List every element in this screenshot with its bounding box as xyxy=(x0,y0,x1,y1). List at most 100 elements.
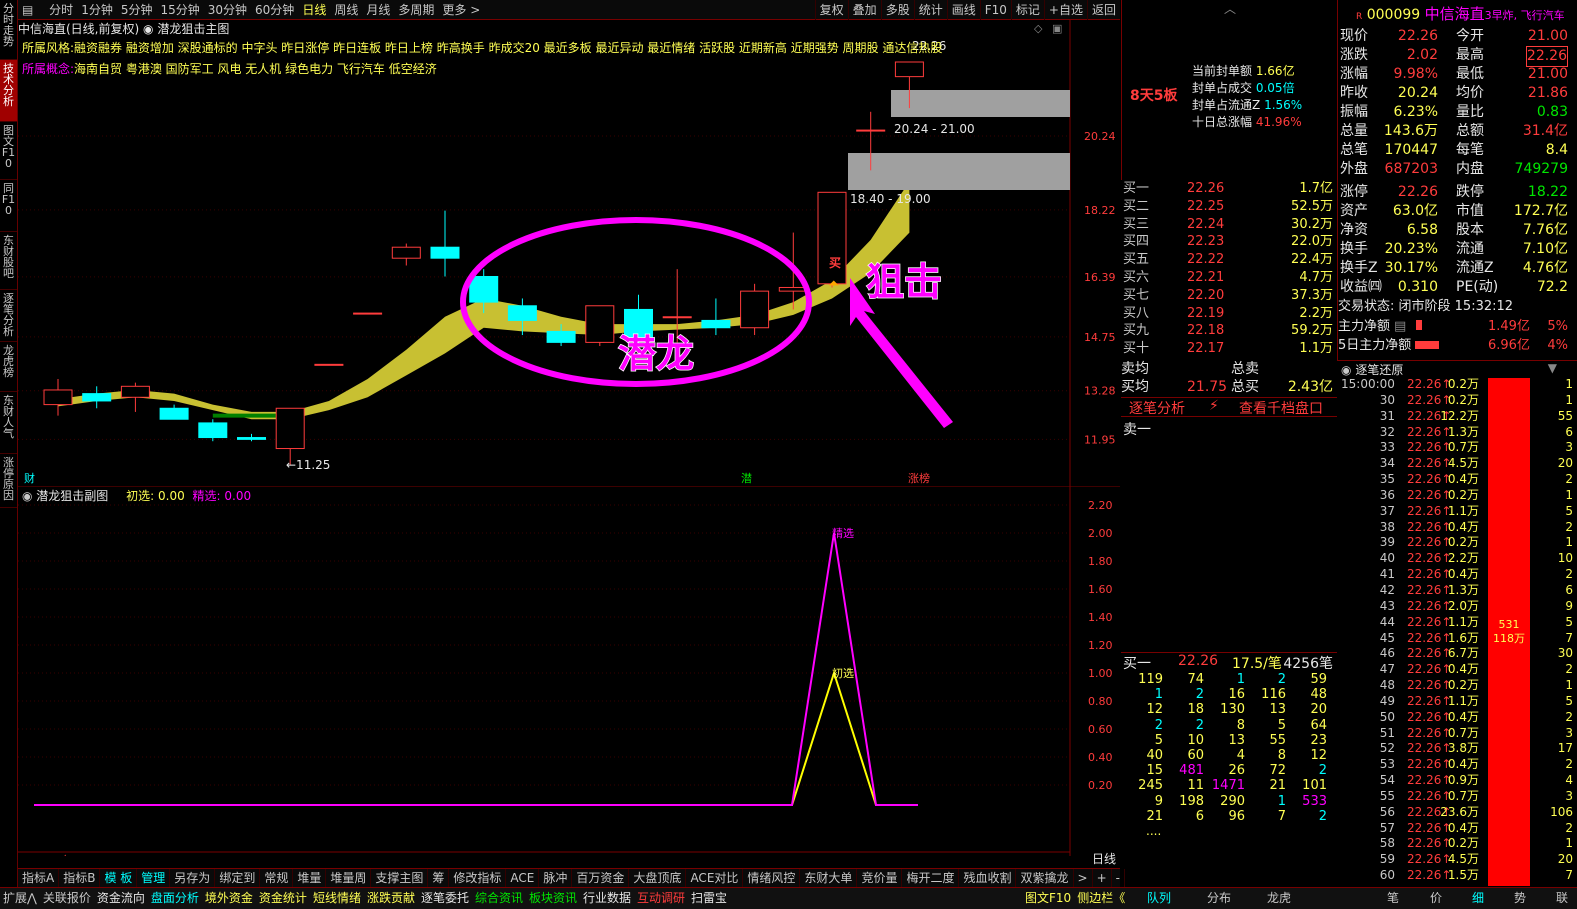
footer-tab[interactable]: 关联报价 xyxy=(40,888,94,908)
left-tab[interactable]: 涨停原因 xyxy=(0,454,17,508)
tick-analysis-link[interactable]: 逐笔分析 xyxy=(1129,398,1185,418)
indicator-tab[interactable]: 绑定到 xyxy=(215,869,261,887)
period-tab[interactable]: 周线 xyxy=(330,0,362,20)
indicator-tab[interactable]: 指标A xyxy=(18,869,60,887)
footer-tab[interactable]: 板块资讯 xyxy=(526,888,580,908)
toolbar-button[interactable]: 返回 xyxy=(1086,0,1120,20)
tick-row: 43 22.26↑ 2.0万 9 xyxy=(1379,598,1573,613)
panel-tab[interactable]: 价 xyxy=(1427,888,1445,908)
indicator-tab[interactable]: 竞价量 xyxy=(857,869,903,887)
left-tab[interactable]: 分时走势 xyxy=(0,0,17,60)
footer-tab[interactable]: 互动调研 xyxy=(634,888,688,908)
toolbar-button[interactable]: 画线 xyxy=(946,0,980,20)
footer-tab[interactable]: 盘面分析 xyxy=(148,888,202,908)
indicator-tab[interactable]: 梅开二度 xyxy=(902,869,960,887)
toolbar-button[interactable]: +自选 xyxy=(1043,0,1087,20)
panel-tab[interactable]: 细 xyxy=(1469,888,1487,908)
indicator-tab[interactable]: ACE对比 xyxy=(686,869,744,887)
left-tab[interactable]: 逐笔分析 xyxy=(0,290,17,342)
footer-tab[interactable]: 境外资金 xyxy=(202,888,256,908)
footer-tab[interactable]: 综合资讯 xyxy=(472,888,526,908)
period-tab[interactable]: 30分钟 xyxy=(204,0,251,20)
candle-body xyxy=(662,316,692,319)
menu-icon[interactable]: ▤ xyxy=(18,0,37,20)
indicator-tab[interactable]: 另存为 xyxy=(170,869,216,887)
indicator-tab[interactable]: 残血收割 xyxy=(959,869,1017,887)
indicator-tab[interactable]: 双紫擒龙 xyxy=(1016,869,1074,887)
indicator-tab[interactable]: 百万资金 xyxy=(572,869,630,887)
indicator-tab[interactable]: 情绪风控 xyxy=(743,869,801,887)
left-tab[interactable]: 东财人气 xyxy=(0,392,17,454)
footer-tab[interactable]: 扩展⋀ xyxy=(0,888,40,908)
indicator-tab[interactable]: 筹 xyxy=(428,869,450,887)
period-tab[interactable]: 分时 xyxy=(45,0,77,20)
footer-tab[interactable]: 扫雷宝 xyxy=(688,888,730,908)
collapse-icon[interactable]: ◉ xyxy=(143,22,157,36)
toolbar-button[interactable]: F10 xyxy=(979,0,1011,20)
toolbar-button[interactable]: 统计 xyxy=(913,0,947,20)
tick-row: 56 22.26↑ 23.6万 106 xyxy=(1379,804,1573,819)
axis-tick-label: 1.20 xyxy=(1088,639,1113,652)
left-tab[interactable]: 技术分析 xyxy=(0,60,17,122)
indicator-tab[interactable]: ACE xyxy=(506,869,540,887)
indicator-tab[interactable]: 堆量周 xyxy=(326,869,372,887)
indicator-tab[interactable]: 修改指标 xyxy=(449,869,507,887)
footer-tab[interactable]: 短线情绪 xyxy=(310,888,364,908)
indicator-tab[interactable]: + xyxy=(1093,869,1112,887)
left-tab[interactable]: 东财股吧 xyxy=(0,232,17,290)
period-tab[interactable]: 日线 xyxy=(298,0,330,20)
indicator-tab[interactable]: > xyxy=(1074,869,1093,887)
collapse-icon[interactable]: ◉ xyxy=(22,489,36,503)
toolbar-button[interactable]: 标记 xyxy=(1010,0,1044,20)
tick-row: 37 22.26↑ 1.1万 5 xyxy=(1379,503,1573,518)
collapse-up-icon[interactable]: ︿ xyxy=(1122,0,1338,20)
footer-link[interactable]: 侧边栏《 xyxy=(1074,888,1128,908)
toolbar-button[interactable]: 复权 xyxy=(814,0,848,20)
toolbar-button[interactable]: 多股 xyxy=(880,0,914,20)
tick-row: 36 22.26↑ 0.2万 1 xyxy=(1379,487,1573,502)
indicator-tab[interactable]: 常规 xyxy=(260,869,294,887)
footer-tab[interactable]: 行业数据 xyxy=(580,888,634,908)
period-tab[interactable]: 60分钟 xyxy=(251,0,298,20)
candle-body xyxy=(82,393,112,402)
indicator-tab[interactable]: 指标B xyxy=(59,869,101,887)
view-book-link[interactable]: 查看千档盘口 xyxy=(1239,398,1323,418)
indicator-tab[interactable]: 堆量 xyxy=(293,869,327,887)
period-tab[interactable]: 5分钟 xyxy=(117,0,157,20)
panel-tab[interactable]: 联 xyxy=(1553,888,1571,908)
indicator-tab[interactable]: 东财大单 xyxy=(800,869,858,887)
period-tab[interactable]: 月线 xyxy=(362,0,394,20)
panel-tab[interactable]: 队列 xyxy=(1144,888,1174,908)
footer-tab[interactable]: 资金流向 xyxy=(94,888,148,908)
indicator-tab[interactable]: 支撑主图 xyxy=(371,869,429,887)
indicator-title[interactable]: 潜龙狙击主图 xyxy=(157,22,229,36)
panel-tab[interactable]: 分布 xyxy=(1204,888,1234,908)
footer-tab[interactable]: 涨跌贡献 xyxy=(364,888,418,908)
left-tab[interactable]: 图文F10 xyxy=(0,122,17,180)
indicator-tab[interactable]: 管理 xyxy=(137,869,171,887)
tick-row: 45 22.26↑ 1.6万 7 xyxy=(1379,630,1573,645)
dropdown-icon[interactable]: ▼ xyxy=(1548,361,1557,375)
footer-tab[interactable]: 逐笔委托 xyxy=(418,888,472,908)
indicator-tab[interactable]: 大盘顶底 xyxy=(629,869,687,887)
indicator-tab[interactable]: 脉冲 xyxy=(539,869,573,887)
period-tab[interactable]: 15分钟 xyxy=(156,0,203,20)
panel-tab[interactable]: 龙虎 xyxy=(1264,888,1294,908)
panel-tab[interactable]: 势 xyxy=(1511,888,1529,908)
indicator-tab[interactable]: 模 板 xyxy=(100,869,138,887)
candle-body xyxy=(817,191,847,285)
collapse-icon[interactable]: ◉ xyxy=(1341,363,1351,377)
period-tab[interactable]: 多周期 xyxy=(394,0,438,20)
period-tab[interactable]: 更多 > xyxy=(438,0,484,20)
period-tab[interactable]: 1分钟 xyxy=(77,0,117,20)
toolbar-button[interactable]: 叠加 xyxy=(847,0,881,20)
sub-indicator-chart[interactable]: 2.20 2.00 1.80 1.60 1.40 1.20 1.00 0.80 0.60 0.40… xyxy=(18,486,1120,856)
main-kline-chart[interactable]: 20.2418.2216.3914.7513.2811.9522.26←11.2… xyxy=(18,20,1120,486)
left-tab[interactable]: 同F10 xyxy=(0,180,17,232)
axis-tick-label: 14.75 xyxy=(1084,331,1116,344)
indicator-tab[interactable]: - xyxy=(1112,869,1125,887)
left-tab[interactable]: 龙虎榜 xyxy=(0,342,17,392)
panel-tab[interactable]: 笔 xyxy=(1384,888,1402,908)
footer-link[interactable]: 图文F10 xyxy=(1022,888,1074,908)
footer-tab[interactable]: 资金统计 xyxy=(256,888,310,908)
